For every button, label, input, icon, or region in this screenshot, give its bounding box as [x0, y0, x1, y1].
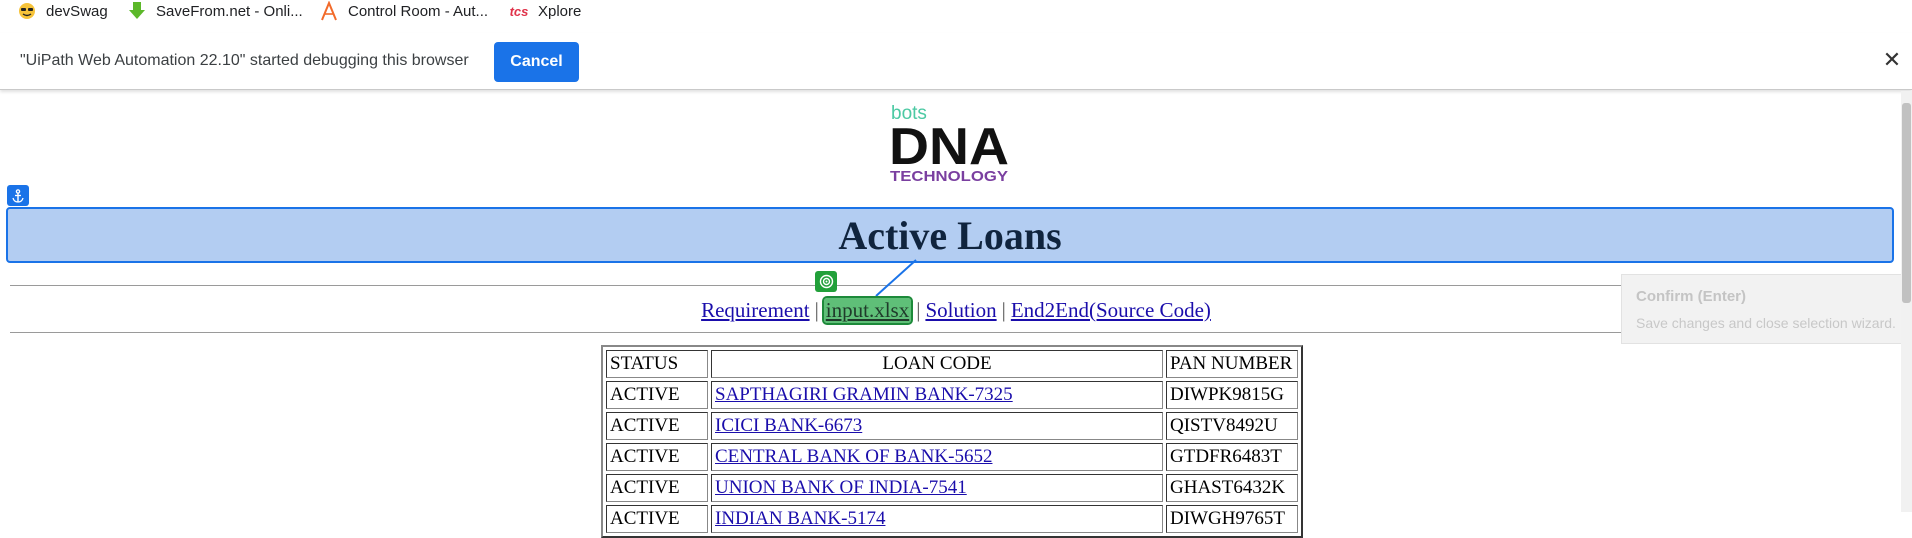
loan-code-link[interactable]: INDIAN BANK-5174 — [715, 508, 885, 529]
column-header-loan-code: LOAN CODE — [711, 350, 1163, 378]
link-separator: | — [1001, 297, 1006, 322]
cell-pan-number: GHAST6432K — [1166, 474, 1298, 502]
link-requirement[interactable]: Requirement — [701, 298, 809, 323]
tooltip-text: Save changes and close selection wizard. — [1636, 315, 1896, 331]
debugging-infobar: "UiPath Web Automation 22.10" started de… — [0, 33, 1912, 90]
table-row: ACTIVE ICICI BANK-6673 QISTV8492U — [606, 412, 1298, 440]
loan-code-link[interactable]: UNION BANK OF INDIA-7541 — [715, 477, 967, 498]
bookmark-label: Xplore — [538, 2, 582, 20]
divider — [10, 285, 1890, 286]
scrollbar-thumb[interactable] — [1902, 103, 1911, 303]
divider — [10, 332, 1890, 333]
link-input-xlsx[interactable]: input.xlsx — [821, 295, 914, 325]
download-arrow-icon — [127, 1, 147, 21]
close-icon[interactable]: ✕ — [1880, 47, 1904, 72]
column-header-status: STATUS — [606, 350, 708, 378]
bookmark-devswag[interactable]: devSwag — [17, 0, 108, 22]
link-separator: | — [814, 297, 819, 322]
table-row: ACTIVE UNION BANK OF INDIA-7541 GHAST643… — [606, 474, 1298, 502]
bots-dna-logo: bots DNA TECHNOLOGY — [889, 100, 1009, 185]
loan-code-link[interactable]: ICICI BANK-6673 — [715, 415, 862, 436]
bookmark-label: devSwag — [46, 2, 108, 20]
anchor-icon[interactable] — [7, 185, 29, 206]
cell-status: ACTIVE — [606, 505, 708, 533]
table-header-row: STATUS LOAN CODE PAN NUMBER — [606, 350, 1298, 378]
infobar-message: "UiPath Web Automation 22.10" started de… — [20, 52, 469, 69]
loan-code-link[interactable]: CENTRAL BANK OF BANK-5652 — [715, 446, 992, 467]
link-separator: | — [916, 297, 921, 322]
bookmark-label: Control Room - Aut... — [348, 2, 489, 20]
smiley-icon — [17, 1, 37, 21]
cell-status: ACTIVE — [606, 381, 708, 409]
logo-text-technology: TECHNOLOGY — [890, 168, 1008, 182]
bookmark-control-room[interactable]: Control Room - Aut... — [319, 0, 488, 22]
page-title: Active Loans — [838, 212, 1062, 258]
link-solution[interactable]: Solution — [925, 298, 996, 323]
cell-status: ACTIVE — [606, 412, 708, 440]
bookmarks-bar: devSwag SaveFrom.net - Onli... Control R… — [0, 0, 1912, 24]
cell-pan-number: DIWGH9765T — [1166, 505, 1298, 533]
link-end2end-source-code[interactable]: End2End(Source Code) — [1011, 298, 1211, 323]
table-row: ACTIVE INDIAN BANK-5174 DIWGH9765T — [606, 505, 1298, 533]
automation-anywhere-icon — [319, 1, 339, 21]
tooltip-title: Confirm (Enter) — [1636, 288, 1746, 305]
bookmark-savefrom[interactable]: SaveFrom.net - Onli... — [127, 0, 303, 22]
bookmark-xplore[interactable]: tcs Xplore — [509, 0, 582, 22]
confirm-tooltip[interactable]: Confirm (Enter) Save changes and close s… — [1621, 274, 1912, 344]
tcs-icon: tcs — [509, 3, 529, 19]
column-header-pan-number: PAN NUMBER — [1166, 350, 1298, 378]
target-icon[interactable] — [815, 271, 837, 292]
cancel-button[interactable]: Cancel — [494, 42, 579, 82]
bookmark-label: SaveFrom.net - Onli... — [156, 2, 303, 20]
cell-pan-number: GTDFR6483T — [1166, 443, 1298, 471]
cell-pan-number: DIWPK9815G — [1166, 381, 1298, 409]
table-row: ACTIVE SAPTHAGIRI GRAMIN BANK-7325 DIWPK… — [606, 381, 1298, 409]
table-row: ACTIVE CENTRAL BANK OF BANK-5652 GTDFR64… — [606, 443, 1298, 471]
loan-code-link[interactable]: SAPTHAGIRI GRAMIN BANK-7325 — [715, 384, 1013, 405]
cell-status: ACTIVE — [606, 443, 708, 471]
loans-table: STATUS LOAN CODE PAN NUMBER ACTIVE SAPTH… — [601, 345, 1303, 538]
page-scrollbar[interactable] — [1901, 91, 1912, 512]
cell-status: ACTIVE — [606, 474, 708, 502]
cell-pan-number: QISTV8492U — [1166, 412, 1298, 440]
